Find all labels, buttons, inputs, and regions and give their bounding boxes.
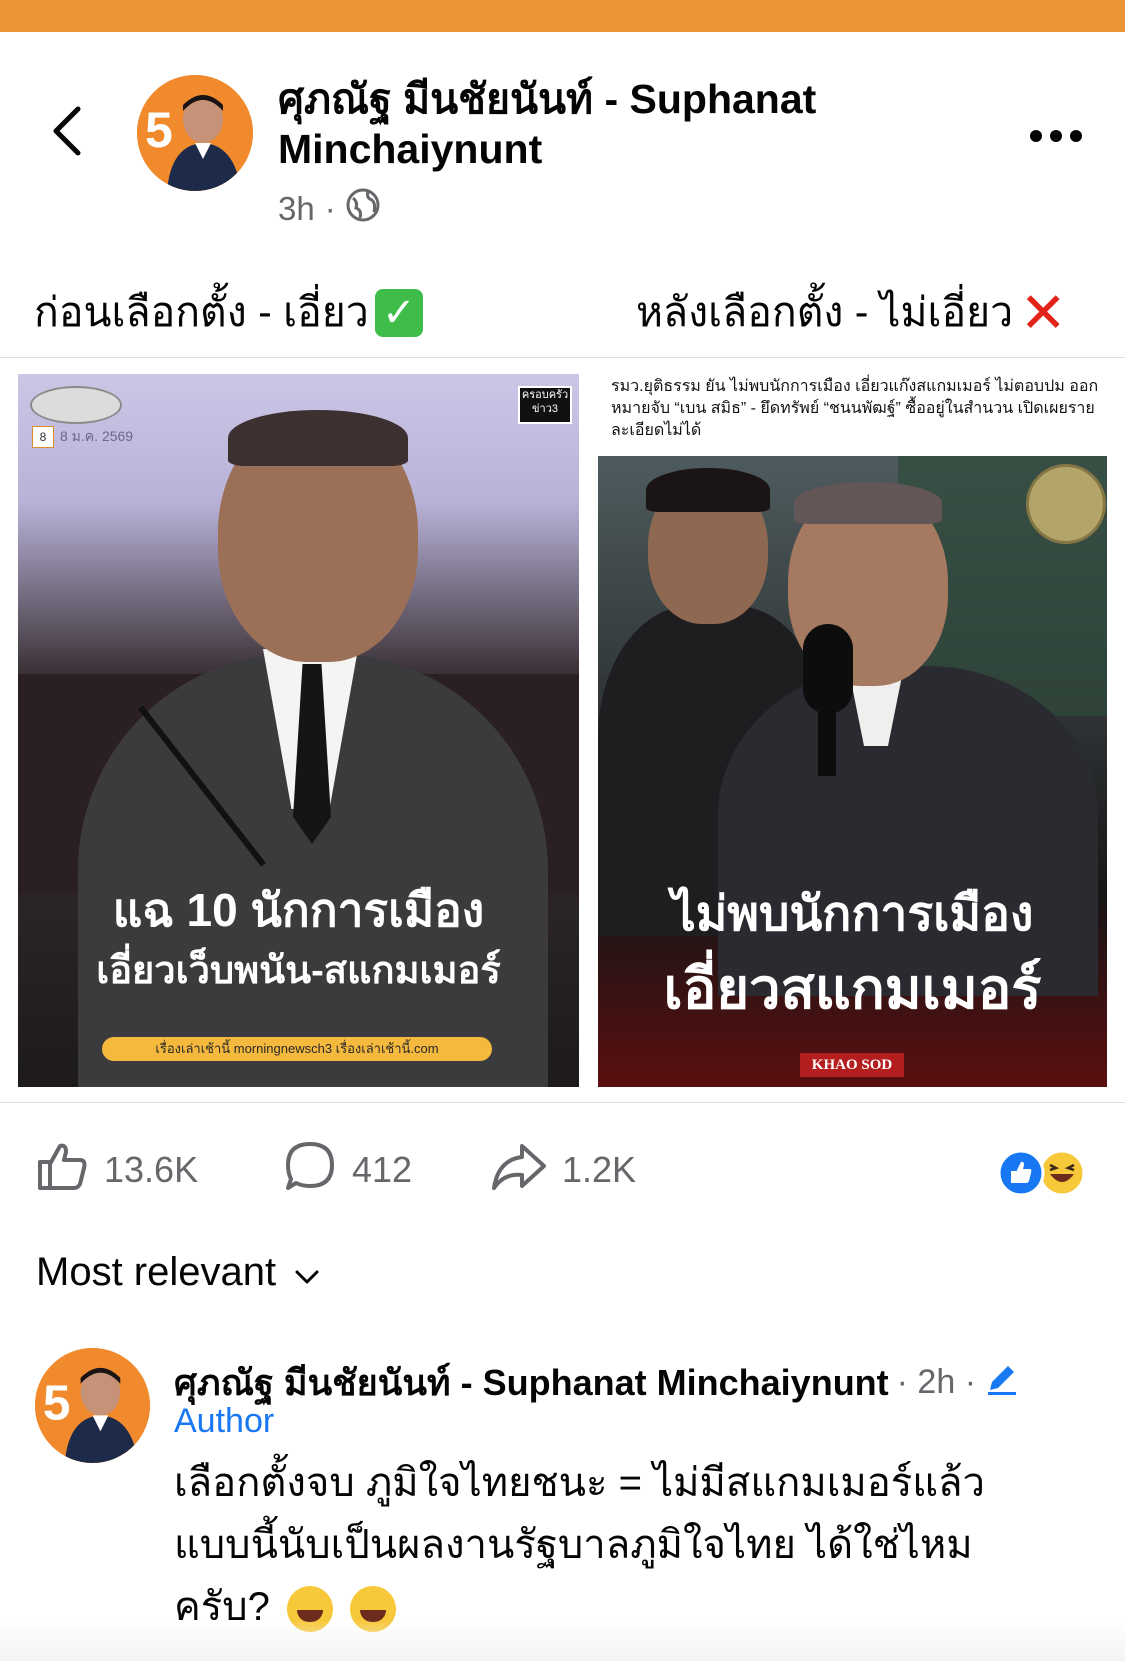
- svg-text:5: 5: [145, 102, 173, 158]
- more-icon[interactable]: [1028, 118, 1112, 154]
- meta-separator: ·: [324, 190, 336, 227]
- image-headline: ไม่พบนักการเมือง: [671, 888, 1034, 941]
- social-handles-strip: เรื่องเล่าเช้านี้ morningnewsch3 เรื่องเ…: [102, 1037, 492, 1061]
- caption-before-election: ก่อนเลือกตั้ง - เอี่ยว ✓: [34, 280, 423, 345]
- comment-header: ศุภณัฐ มีนชัยนันท์ - Suphanat Minchaiynu…: [174, 1354, 1020, 1411]
- news-quote: รมว.ยุติธรรม ยัน ไม่พบนักการเมือง เอี่ยว…: [611, 378, 1099, 439]
- comment-text: เลือกตั้งจบ ภูมิใจไทยชนะ = ไม่มีสแกมเมอร…: [174, 1452, 1074, 1638]
- status-bar: [0, 0, 1125, 32]
- post-time[interactable]: 3h: [278, 190, 315, 228]
- like-reaction-icon: [997, 1149, 1045, 1197]
- channel-badge: ครอบครัวข่าว3: [518, 386, 572, 424]
- like-icon: [34, 1138, 90, 1203]
- person-hair: [228, 410, 408, 466]
- like-button[interactable]: 13.6K: [34, 1140, 198, 1200]
- caption-right-text: หลังเลือกตั้ง - ไม่เอี่ยว: [636, 289, 1014, 335]
- microphone-icon: [803, 624, 853, 714]
- comment-icon: [282, 1138, 338, 1203]
- globe-icon: [346, 188, 380, 230]
- author-avatar[interactable]: 5: [137, 75, 253, 191]
- caption-after-election: หลังเลือกตั้ง - ไม่เอี่ยว ✕: [636, 280, 1067, 345]
- check-emoji-icon: ✓: [374, 288, 423, 337]
- cross-emoji-icon: ✕: [1019, 280, 1067, 344]
- microphone-handle: [818, 706, 836, 776]
- chevron-down-icon: [294, 1250, 320, 1295]
- comment-actions-cutoff: [0, 1620, 1125, 1661]
- svg-text:5: 5: [43, 1374, 71, 1430]
- comment-count: 412: [352, 1149, 413, 1190]
- divider: [0, 1102, 1125, 1103]
- commenter-avatar[interactable]: 5: [35, 1348, 150, 1463]
- post-author-name[interactable]: ศุภณัฐ มีนชัยนันท์ - Suphanat Minchaiynu…: [278, 74, 878, 174]
- image-subheadline: เอี่ยวเว็บพนัน-สแกมเมอร์: [96, 950, 501, 992]
- commenter-name[interactable]: ศุภณัฐ มีนชัยนันท์ - Suphanat Minchaiynu…: [174, 1354, 889, 1411]
- comment-line: เลือกตั้งจบ ภูมิใจไทยชนะ = ไม่มีสแกมเมอร…: [174, 1461, 985, 1505]
- news-image-left[interactable]: 8 8 ม.ค. 2569 ครอบครัวข่าว3 แฉ 10 นักการ…: [18, 374, 579, 1087]
- image-date-text: 8 ม.ค. 2569: [60, 428, 134, 444]
- image-subheadline: เอี่ยวสแกมเมอร์: [663, 957, 1042, 1020]
- post-meta: 3h ·: [278, 188, 380, 230]
- like-count: 13.6K: [104, 1149, 199, 1190]
- image-date: 8 8 ม.ค. 2569: [32, 426, 133, 448]
- calendar-icon: 8: [32, 426, 54, 448]
- speaker-hair: [794, 482, 942, 524]
- government-seal: [1026, 464, 1106, 544]
- author-badge: Author: [174, 1402, 275, 1440]
- back-arrow-icon[interactable]: [48, 105, 88, 157]
- news-image-right[interactable]: ไม่พบนักการเมือง เอี่ยวสแกมเมอร์ KHAO SO…: [598, 456, 1107, 1087]
- news-logo: [30, 386, 122, 424]
- reaction-summary[interactable]: [996, 1148, 1096, 1198]
- haha-reaction-icon: [1038, 1149, 1086, 1197]
- caption-left-text: ก่อนเลือกตั้ง - เอี่ยว: [34, 289, 369, 335]
- edit-pencil-icon: [984, 1360, 1020, 1405]
- share-button[interactable]: 1.2K: [490, 1140, 636, 1200]
- news-brand-logo: KHAO SOD: [800, 1053, 904, 1077]
- background-person-hair: [646, 468, 770, 512]
- image-headline: แฉ 10 นักการเมือง: [112, 884, 485, 936]
- comment-button[interactable]: 412: [282, 1140, 412, 1200]
- comment-time[interactable]: · 2h ·: [897, 1363, 976, 1402]
- comment-sort-dropdown[interactable]: Most relevant: [36, 1250, 320, 1295]
- share-count: 1.2K: [562, 1149, 637, 1190]
- sort-label: Most relevant: [36, 1250, 277, 1294]
- comment-line: แบบนี้นับเป็นผลงานรัฐบาลภูมิใจไทย ได้ใช่…: [174, 1523, 973, 1567]
- share-icon: [490, 1138, 548, 1203]
